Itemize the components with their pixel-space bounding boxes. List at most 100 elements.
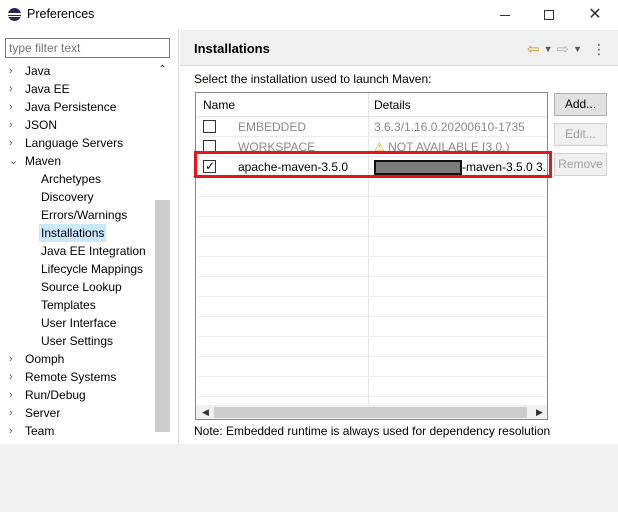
chevron-right-icon[interactable]: ›: [9, 350, 19, 368]
tree-item-label: Server: [25, 406, 61, 420]
preference-tree-panel: › Java › Java EE › Java Persistence › JSON › Lang…: [0, 30, 177, 444]
chevron-right-icon[interactable]: ›: [9, 386, 19, 404]
tree-item-label: Archetypes: [41, 172, 102, 186]
tree-item-templates[interactable]: Templates: [0, 296, 155, 314]
table-row: [196, 217, 547, 237]
tree-item-team[interactable]: › Team: [0, 422, 155, 440]
tree-item-maven[interactable]: ⌄ Maven: [0, 152, 155, 170]
remove-button[interactable]: Remove: [554, 153, 607, 176]
filter-input[interactable]: [5, 38, 170, 58]
page-description: Select the installation used to launch M…: [194, 72, 432, 86]
tree-item-label: Lifecycle Mappings: [41, 262, 144, 276]
chevron-right-icon[interactable]: ›: [9, 368, 19, 386]
tree-item-label: Run/Debug: [25, 388, 86, 402]
table-row: [196, 197, 547, 217]
tree-item-archetypes[interactable]: Archetypes: [0, 170, 155, 188]
embedded-runtime-note: Note: Embedded runtime is always used fo…: [194, 424, 551, 438]
edit-button[interactable]: Edit...: [554, 123, 607, 146]
back-arrow-icon[interactable]: ⇦: [527, 40, 540, 58]
window-title: Preferences: [27, 7, 95, 21]
tree-item-label: Installations: [39, 224, 107, 242]
tree-item-discovery[interactable]: Discovery: [0, 188, 155, 206]
panel-divider[interactable]: [178, 30, 179, 444]
title-bar: Preferences ✕: [0, 0, 618, 30]
tree-item-lifecycle-mappings[interactable]: Lifecycle Mappings: [0, 260, 155, 278]
chevron-down-icon[interactable]: ⌄: [9, 152, 19, 170]
table-row: [196, 297, 547, 317]
scroll-left-icon[interactable]: ◀: [198, 405, 213, 419]
tree-item-label: User Settings: [41, 334, 114, 348]
table-header: Name Details: [196, 93, 547, 117]
tree-item-installations[interactable]: Installations: [0, 224, 155, 242]
dialog-footer: [0, 444, 618, 512]
tree-item-label: User Interface: [41, 316, 117, 330]
table-row: [196, 237, 547, 257]
table-row: [196, 177, 547, 197]
view-menu-icon[interactable]: ⋮: [592, 41, 606, 58]
close-button[interactable]: ✕: [572, 0, 618, 30]
tree-item-label: Language Servers: [25, 136, 124, 150]
page-header: Installations ⇦ ▼ ⇨ ▼ ⋮: [180, 30, 618, 66]
page-navigation: ⇦ ▼ ⇨ ▼ ⋮: [527, 40, 606, 59]
chevron-right-icon[interactable]: ›: [9, 422, 19, 440]
tree-item-remote-systems[interactable]: › Remote Systems: [0, 368, 155, 386]
tree-item-language-servers[interactable]: › Language Servers: [0, 134, 155, 152]
scroll-up-icon[interactable]: ⌃: [155, 64, 170, 78]
tree-item-label: Maven: [25, 154, 62, 168]
tree-item-java[interactable]: › Java: [0, 62, 155, 80]
tree-item-java-ee[interactable]: › Java EE: [0, 80, 155, 98]
table-row: [196, 337, 547, 357]
forward-dropdown-icon[interactable]: ▼: [573, 44, 582, 54]
chevron-right-icon[interactable]: ›: [9, 404, 19, 422]
tree-scrollbar[interactable]: ⌃: [155, 62, 170, 444]
minimize-icon: [500, 14, 510, 16]
back-dropdown-icon[interactable]: ▼: [544, 44, 553, 54]
tree-item-server[interactable]: › Server: [0, 404, 155, 422]
tree-item-label: Java EE Integration: [41, 244, 146, 258]
scroll-right-icon[interactable]: ▶: [532, 405, 547, 419]
tree-item-source-lookup[interactable]: Source Lookup: [0, 278, 155, 296]
chevron-right-icon[interactable]: ›: [9, 98, 19, 116]
chevron-right-icon[interactable]: ›: [9, 116, 19, 134]
table-hscrollbar[interactable]: ◀ ▶: [196, 405, 547, 419]
tree-item-java-persistence[interactable]: › Java Persistence: [0, 98, 155, 116]
installation-details: 3.6.3/1.16.0.20200610-1735: [374, 120, 525, 134]
eclipse-icon: [8, 8, 21, 21]
tree-item-user-settings[interactable]: User Settings: [0, 332, 155, 350]
chevron-right-icon[interactable]: ›: [9, 80, 19, 98]
maximize-button[interactable]: [526, 0, 572, 30]
forward-arrow-icon[interactable]: ⇨: [557, 40, 570, 58]
tree-item-user-interface[interactable]: User Interface: [0, 314, 155, 332]
column-header-name[interactable]: Name: [203, 98, 235, 112]
tree-item-label: Remote Systems: [25, 370, 117, 384]
tree-item-java-ee-integration[interactable]: Java EE Integration: [0, 242, 155, 260]
table-row: [196, 317, 547, 337]
table-row: [196, 277, 547, 297]
table-row: [196, 357, 547, 377]
tree-item-label: Java Persistence: [25, 100, 117, 114]
selection-highlight-box: [194, 151, 552, 178]
tree-item-label: Java EE: [25, 82, 70, 96]
chevron-right-icon[interactable]: ›: [9, 62, 19, 80]
installations-table: Name Details EMBEDDED 3.6.3/1.16.0.20200…: [195, 92, 548, 420]
scrollbar-thumb[interactable]: [155, 200, 170, 432]
close-icon: ✕: [588, 6, 602, 23]
tree-item-label: Source Lookup: [41, 280, 122, 294]
row-checkbox[interactable]: [203, 120, 216, 133]
chevron-right-icon[interactable]: ›: [9, 134, 19, 152]
tree-item-errors-warnings[interactable]: Errors/Warnings: [0, 206, 155, 224]
minimize-button[interactable]: [482, 0, 528, 30]
tree-item-run-debug[interactable]: › Run/Debug: [0, 386, 155, 404]
add-button[interactable]: Add...: [554, 93, 607, 116]
tree-item-label: Discovery: [41, 190, 94, 204]
tree-item-label: Java: [25, 64, 51, 78]
tree-item-label: Team: [25, 424, 55, 438]
table-row[interactable]: EMBEDDED 3.6.3/1.16.0.20200610-1735: [196, 117, 547, 137]
table-row: [196, 257, 547, 277]
tree-item-json[interactable]: › JSON: [0, 116, 155, 134]
column-header-details[interactable]: Details: [374, 98, 411, 112]
page-title: Installations: [194, 41, 270, 56]
tree-item-oomph[interactable]: › Oomph: [0, 350, 155, 368]
hscrollbar-thumb[interactable]: [214, 407, 527, 418]
installations-page: Installations ⇦ ▼ ⇨ ▼ ⋮ Select the insta…: [180, 30, 618, 444]
